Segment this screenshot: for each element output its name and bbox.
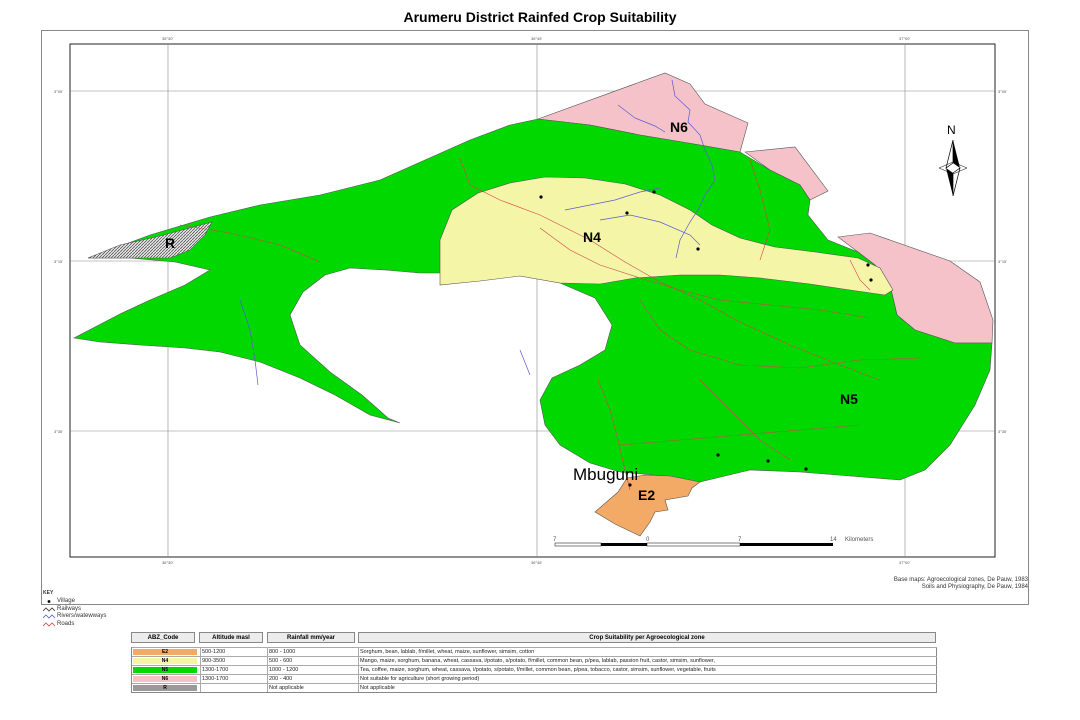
svg-text:36°30': 36°30' — [162, 560, 173, 565]
svg-text:36°45': 36°45' — [531, 560, 542, 565]
legend-grid: E2 500-1200 800 - 1000 Sorghum, bean, la… — [131, 647, 937, 693]
legend-header-code: ABZ_Code — [131, 632, 195, 643]
svg-text:37°00': 37°00' — [899, 36, 910, 41]
zone-label-e2: E2 — [638, 487, 655, 503]
map-key: KEY Village Railways Rivers/watewways Ro… — [43, 590, 106, 628]
legend-col-divider-1 — [200, 648, 201, 692]
key-item-roads: Roads — [43, 621, 106, 629]
legend-row-n6: N6 1300-1700 200 - 400 Not suitable for … — [132, 674, 937, 683]
legend-swatch-n5: N5 — [133, 667, 197, 673]
credits: Base maps: Agroecological zones, De Pauw… — [894, 577, 1028, 591]
svg-text:3°30': 3°30' — [998, 429, 1007, 434]
legend-altitude-e2: 500-1200 — [202, 649, 226, 655]
scale-unit: Kilometers — [845, 537, 873, 543]
legend-rainfall-e2: 800 - 1000 — [269, 649, 296, 655]
legend-row-n4: N4 900-3500 500 - 600 Mango, maize, sorg… — [132, 656, 937, 665]
svg-text:37°00': 37°00' — [899, 560, 910, 565]
legend-col-divider-2 — [267, 648, 268, 692]
place-label-mbuguni: Mbuguni — [573, 465, 638, 484]
legend-crops-n4: Mango, maize, sorghum, banana, wheat, ca… — [360, 658, 715, 664]
svg-text:3°30': 3°30' — [54, 429, 63, 434]
legend-swatch-n4: N4 — [133, 658, 197, 664]
legend-header-crops: Crop Suitability per Agroecological zone — [358, 632, 936, 643]
svg-text:3°00': 3°00' — [998, 89, 1007, 94]
legend-header-altitude: Altitude masl — [199, 632, 263, 643]
legend-altitude-r — [202, 684, 266, 692]
credits-line-2: Soils and Physiography, De Pauw, 1984 — [921, 584, 1028, 590]
svg-text:3°00': 3°00' — [54, 89, 63, 94]
legend-altitude-n6: 1300-1700 — [202, 676, 229, 682]
railway-icon — [43, 606, 55, 612]
village-dot-icon — [47, 600, 51, 603]
road-icon — [43, 621, 55, 627]
legend-crops-n5: Tea, coffee, maize, sorghum, wheat, cass… — [360, 667, 716, 673]
credits-line-1: Base maps: Agroecological zones, De Pauw… — [893, 577, 1028, 583]
key-item-railways: Railways — [43, 606, 106, 614]
svg-text:36°45': 36°45' — [531, 36, 542, 41]
zone-label-n5: N5 — [840, 391, 858, 407]
legend-header-rainfall: Rainfall mm/year — [267, 632, 355, 643]
key-item-rivers: Rivers/watewways — [43, 613, 106, 621]
legend-crops-r: Not applicable — [360, 685, 395, 691]
legend-row-r: R Not applicable Not applicable — [132, 683, 937, 692]
legend-swatch-n6: N6 — [133, 676, 197, 682]
zone-label-r: R — [165, 235, 175, 251]
legend-col-divider-3 — [358, 648, 359, 692]
legend-row-n5: N5 1300-1700 1000 - 1200 Tea, coffee, ma… — [132, 665, 937, 674]
legend-crops-n6: Not suitable for agriculture (short grow… — [360, 676, 480, 682]
legend-rainfall-n6: 200 - 400 — [269, 676, 293, 682]
svg-text:36°30': 36°30' — [162, 36, 173, 41]
scale-tick-3: 14 — [830, 537, 837, 543]
key-item-village: Village — [43, 598, 106, 606]
map-canvas: 36°30' 36°45' 37°00' 36°30' 36°45' 37°00… — [54, 36, 1007, 565]
legend-swatch-r: R — [133, 685, 197, 691]
river-icon — [43, 614, 55, 619]
legend-swatch-e2: E2 — [133, 649, 197, 655]
key-label-railways: Railways — [57, 605, 82, 612]
legend-rainfall-n4: 500 - 600 — [269, 658, 293, 664]
key-title: KEY — [43, 590, 54, 596]
legend-row-e2: E2 500-1200 800 - 1000 Sorghum, bean, la… — [132, 647, 937, 656]
key-label-roads: Roads — [57, 620, 75, 627]
legend-altitude-n4: 900-3500 — [202, 658, 226, 664]
legend-rainfall-r: Not applicable — [269, 685, 304, 691]
svg-text:3°15': 3°15' — [54, 259, 63, 264]
legend-altitude-n5: 1300-1700 — [202, 667, 229, 673]
zone-label-n4: N4 — [583, 229, 601, 245]
svg-text:N: N — [947, 123, 956, 137]
key-label-rivers: Rivers/watewways — [57, 613, 107, 619]
legend-crops-e2: Sorghum, bean, lablab, f/millet, wheat, … — [360, 649, 535, 655]
zone-label-n6: N6 — [670, 119, 688, 135]
legend-rainfall-n5: 1000 - 1200 — [269, 667, 299, 673]
key-label-village: Village — [57, 598, 75, 604]
svg-text:3°15': 3°15' — [998, 259, 1007, 264]
